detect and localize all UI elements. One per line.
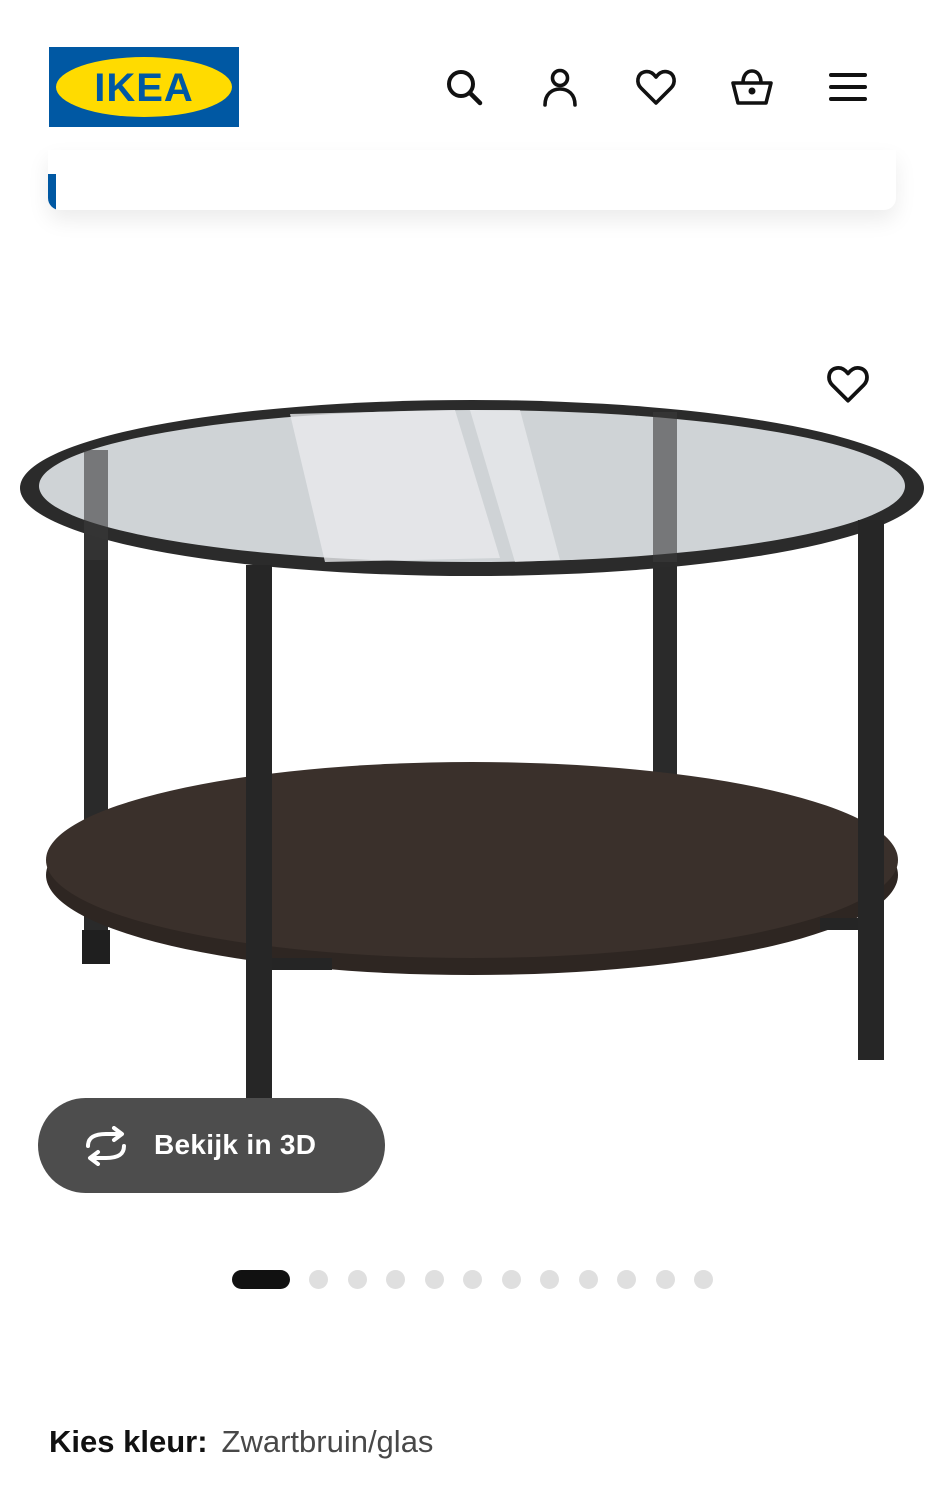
carousel-dot-3[interactable] <box>348 1270 367 1289</box>
site-header: IKEA <box>0 0 945 170</box>
carousel-dot-10[interactable] <box>617 1270 636 1289</box>
notice-accent-bar <box>48 174 56 210</box>
color-label: Kies kleur: <box>49 1424 208 1459</box>
product-image[interactable] <box>0 330 945 1130</box>
carousel-dot-5[interactable] <box>425 1270 444 1289</box>
search-icon[interactable] <box>439 62 489 112</box>
carousel-dot-7[interactable] <box>502 1270 521 1289</box>
rotate-3d-icon <box>86 1126 126 1166</box>
carousel-dot-6[interactable] <box>463 1270 482 1289</box>
menu-icon[interactable] <box>823 62 873 112</box>
ikea-logo[interactable]: IKEA <box>49 47 239 127</box>
carousel-dot-8[interactable] <box>540 1270 559 1289</box>
carousel-dot-1[interactable] <box>232 1270 290 1289</box>
view-3d-label: Bekijk in 3D <box>154 1129 317 1160</box>
carousel-dot-2[interactable] <box>309 1270 328 1289</box>
basket-icon[interactable] <box>727 62 777 112</box>
color-selector[interactable]: Kies kleur: Zwartbruin/glas <box>49 1420 433 1464</box>
account-icon[interactable] <box>535 62 585 112</box>
carousel-dot-11[interactable] <box>656 1270 675 1289</box>
carousel-dot-9[interactable] <box>579 1270 598 1289</box>
carousel-dot-4[interactable] <box>386 1270 405 1289</box>
svg-text:IKEA: IKEA <box>94 66 194 110</box>
heart-icon[interactable] <box>631 62 681 112</box>
view-3d-button[interactable]: Bekijk in 3D <box>38 1098 385 1193</box>
carousel-dot-12[interactable] <box>694 1270 713 1289</box>
carousel-dots <box>0 1268 945 1292</box>
favorite-heart-icon[interactable] <box>818 356 878 412</box>
color-value: Zwartbruin/glas <box>221 1424 434 1459</box>
notice-card <box>48 150 896 210</box>
